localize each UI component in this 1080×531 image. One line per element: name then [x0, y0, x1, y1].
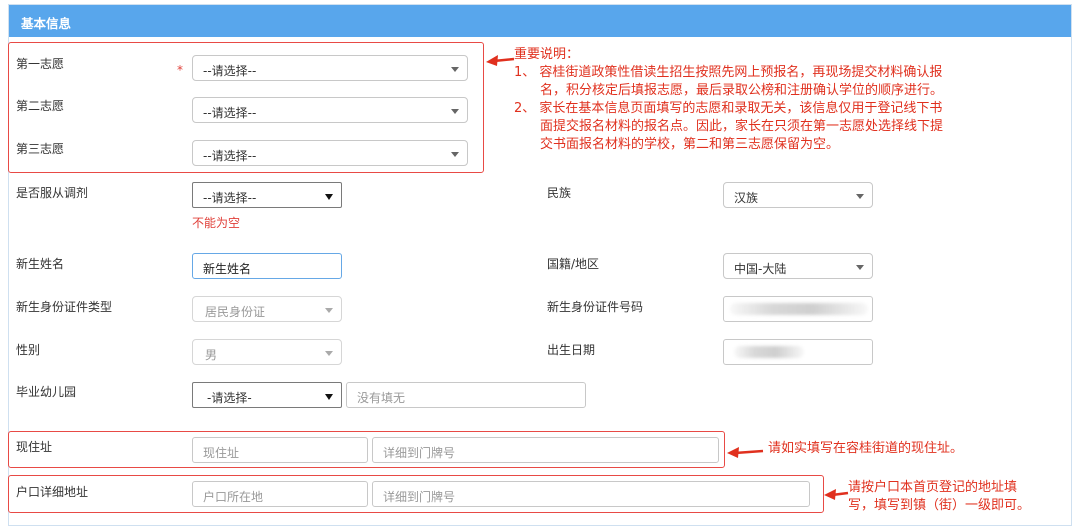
kindergarten-placeholder: 没有填无: [357, 391, 406, 405]
id-type-label: 新生身份证件类型: [16, 300, 113, 314]
id-type-select[interactable]: 居民身份证: [192, 296, 342, 322]
chevron-down-icon: [451, 109, 459, 114]
current-address-detail-input[interactable]: 详细到门牌号: [372, 437, 719, 463]
nationality-select[interactable]: 中国-大陆: [723, 253, 873, 279]
kindergarten-input[interactable]: 没有填无: [346, 382, 586, 408]
obey-adjustment-select[interactable]: --请选择--: [192, 182, 342, 208]
ethnic-select[interactable]: 汉族: [723, 182, 873, 208]
hukou-address-input[interactable]: 户口所在地: [192, 481, 368, 507]
kindergarten-value: -请选择-: [207, 391, 252, 405]
hukou-address-placeholder: 户口所在地: [203, 490, 264, 504]
arrow-left-icon: [486, 55, 515, 66]
id-number-input[interactable]: [723, 296, 873, 322]
student-name-value: 新生姓名: [203, 262, 252, 276]
obey-adjustment-label: 是否服从调剂: [16, 186, 89, 200]
required-mark: *: [177, 63, 183, 77]
birth-date-label: 出生日期: [547, 343, 596, 357]
chevron-down-icon: [325, 194, 333, 200]
current-address-label: 现住址: [16, 440, 53, 454]
second-volunteer-label: 第二志愿: [16, 99, 65, 113]
redacted-birth-date: [734, 346, 804, 358]
chevron-down-icon: [856, 265, 864, 270]
first-volunteer-select[interactable]: --请选择--: [192, 55, 468, 81]
important-note-line: 2、 家长在基本信息页面填写的志愿和录取无关，该信息仅用于登记线下书: [514, 101, 943, 116]
important-note-line: 1、 容桂街道政策性借读生招生按照先网上预报名，再现场提交材料确认报: [514, 65, 943, 80]
chevron-down-icon: [325, 308, 333, 313]
kindergarten-select[interactable]: -请选择-: [192, 382, 342, 408]
important-note-line: 名，积分核定后填报志愿，最后录取公榜和注册确认学位的顺序进行。: [540, 83, 944, 98]
obey-adjustment-value: --请选择--: [203, 191, 257, 205]
birth-date-input[interactable]: [723, 339, 873, 365]
chevron-down-icon: [325, 394, 333, 400]
first-volunteer-value: --请选择--: [203, 64, 257, 78]
hukou-note-line: 请按户口本首页登记的地址填: [848, 480, 1018, 495]
third-volunteer-label: 第三志愿: [16, 142, 65, 156]
hukou-address-note: 请按户口本首页登记的地址填 写，填写到镇（街）一级即可。: [848, 479, 1030, 515]
student-name-input[interactable]: 新生姓名: [192, 253, 342, 279]
obey-adjustment-error: 不能为空: [192, 216, 241, 230]
important-note-title: 重要说明：: [514, 47, 580, 62]
second-volunteer-select[interactable]: --请选择--: [192, 97, 468, 123]
important-note: 重要说明： 1、 容桂街道政策性借读生招生按照先网上预报名，再现场提交材料确认报…: [514, 46, 943, 154]
current-address-detail-placeholder: 详细到门牌号: [383, 446, 456, 460]
second-volunteer-value: --请选择--: [203, 106, 257, 120]
current-address-note: 请如实填写在容桂街道的现住址。: [768, 441, 964, 456]
gender-select[interactable]: 男: [192, 339, 342, 365]
nationality-value: 中国-大陆: [734, 262, 787, 276]
chevron-down-icon: [856, 194, 864, 199]
gender-label: 性别: [16, 343, 41, 357]
id-number-label: 新生身份证件号码: [547, 300, 644, 314]
current-address-input[interactable]: 现住址: [192, 437, 368, 463]
redacted-id-number: [730, 303, 868, 315]
chevron-down-icon: [325, 351, 333, 356]
chevron-down-icon: [451, 67, 459, 72]
arrow-left-icon: [727, 447, 764, 458]
kindergarten-label: 毕业幼儿园: [16, 385, 77, 399]
hukou-address-detail-input[interactable]: 详细到门牌号: [372, 481, 810, 507]
hukou-note-line: 写，填写到镇（街）一级即可。: [848, 498, 1031, 513]
important-note-line: 交书面报名材料的学校，第二和第三志愿保留为空。: [540, 137, 840, 152]
hukou-address-label: 户口详细地址: [16, 485, 89, 499]
gender-value: 男: [205, 348, 218, 362]
student-name-label: 新生姓名: [16, 257, 65, 271]
panel-header: 基本信息: [9, 5, 1071, 37]
id-type-value: 居民身份证: [205, 305, 266, 319]
third-volunteer-select[interactable]: --请选择--: [192, 140, 468, 166]
third-volunteer-value: --请选择--: [203, 149, 257, 163]
panel-title: 基本信息: [21, 16, 72, 31]
nationality-label: 国籍/地区: [547, 257, 600, 271]
hukou-address-detail-placeholder: 详细到门牌号: [383, 490, 456, 504]
important-note-line: 面提交报名材料的报名点。因此，家长在只须在第一志愿处选择线下提: [540, 119, 944, 134]
first-volunteer-label: 第一志愿: [16, 57, 65, 71]
chevron-down-icon: [451, 152, 459, 157]
ethnic-value: 汉族: [734, 191, 759, 205]
ethnic-label: 民族: [547, 186, 572, 200]
arrow-left-icon: [824, 489, 849, 500]
current-address-placeholder: 现住址: [203, 446, 240, 460]
